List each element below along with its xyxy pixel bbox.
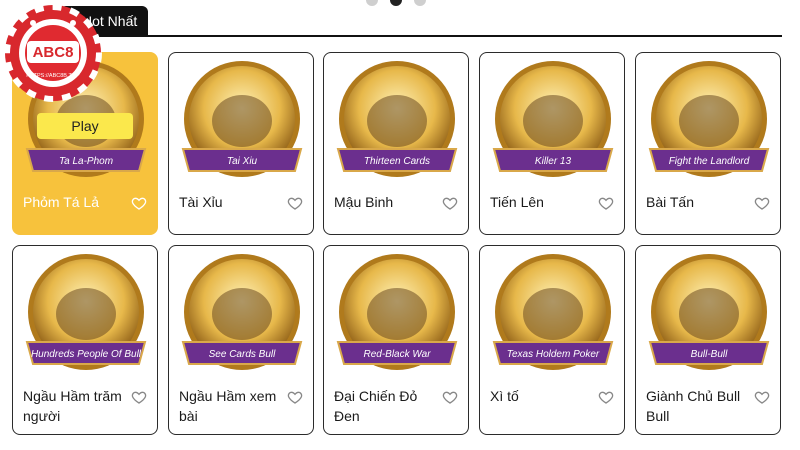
favorite-heart-icon[interactable] [442,389,458,405]
game-thumbnail[interactable]: Thirteen Cards [332,59,462,187]
game-title: Ngầu Hầm xem bài [179,388,277,424]
game-card[interactable]: Fight the Landlord Bài Tấn [635,52,781,235]
game-card[interactable]: Thirteen Cards Mậu Binh [323,52,469,235]
game-title: Bài Tấn [646,194,694,210]
favorite-heart-icon[interactable] [287,389,303,405]
game-card[interactable]: Texas Holdem Poker Xì tố [479,245,625,435]
thumbnail-banner-label: Hundreds People Of Bull [31,349,142,360]
game-card[interactable]: Bull-Bull Giành Chủ Bull Bull [635,245,781,435]
thumbnail-banner-label: Ta La-Phom [59,156,113,167]
game-title: Đại Chiến Đỏ Đen [334,388,418,424]
game-thumbnail[interactable]: See Cards Bull [177,252,307,380]
game-title: Tài Xỉu [179,194,223,210]
game-thumbnail[interactable]: Red-Black War [332,252,462,380]
game-title: Phỏm Tá Lả [23,194,100,210]
logo-url: HTTPS://ABC8B.TOP [26,73,80,79]
thumbnail-banner-label: See Cards Bull [209,349,276,360]
favorite-heart-icon[interactable] [754,389,770,405]
game-title: Xì tố [490,388,519,404]
carousel-dot[interactable] [366,0,378,6]
thumbnail-banner-label: Bull-Bull [691,349,728,360]
category-tab-bar: Hot Nhất [0,0,800,37]
game-card[interactable]: See Cards Bull Ngầu Hầm xem bài [168,245,314,435]
game-thumbnail[interactable]: Killer 13 [488,59,618,187]
logo-wordmark: ABC8 [33,44,74,61]
favorite-heart-icon[interactable] [287,195,303,211]
carousel-dot[interactable] [414,0,426,6]
favorite-heart-icon[interactable] [754,195,770,211]
thumbnail-banner-label: Fight the Landlord [669,156,750,167]
carousel-dots [366,0,426,6]
favorite-heart-icon[interactable] [442,195,458,211]
favorite-heart-icon[interactable] [131,195,147,211]
carousel-dot-active[interactable] [390,0,402,6]
play-button[interactable]: Play [37,113,133,139]
game-card[interactable]: Killer 13 Tiến Lên [479,52,625,235]
game-thumbnail[interactable]: Hundreds People Of Bull [21,252,151,380]
abc8-logo: ABC8 HTTPS://ABC8B.TOP [4,4,102,102]
favorite-heart-icon[interactable] [131,389,147,405]
game-card[interactable]: Tai Xiu Tài Xỉu [168,52,314,235]
game-card[interactable]: Red-Black War Đại Chiến Đỏ Đen [323,245,469,435]
thumbnail-banner-label: Thirteen Cards [364,156,430,167]
game-title: Giành Chủ Bull Bull [646,388,741,424]
favorite-heart-icon[interactable] [598,195,614,211]
thumbnail-banner-label: Texas Holdem Poker [507,349,600,360]
game-card[interactable]: Hundreds People Of Bull Ngầu Hầm trăm ngư… [12,245,158,435]
game-title: Mậu Binh [334,194,394,210]
favorite-heart-icon[interactable] [598,389,614,405]
thumbnail-banner-label: Red-Black War [363,349,431,360]
tab-underline [60,35,782,37]
game-thumbnail[interactable]: Texas Holdem Poker [488,252,618,380]
game-thumbnail[interactable]: Fight the Landlord [644,59,774,187]
game-title: Ngầu Hầm trăm người [23,388,122,424]
game-thumbnail[interactable]: Tai Xiu [177,59,307,187]
game-thumbnail[interactable]: Bull-Bull [644,252,774,380]
game-title: Tiến Lên [490,194,544,210]
thumbnail-banner-label: Tai Xiu [227,156,258,167]
thumbnail-banner-label: Killer 13 [535,156,572,167]
